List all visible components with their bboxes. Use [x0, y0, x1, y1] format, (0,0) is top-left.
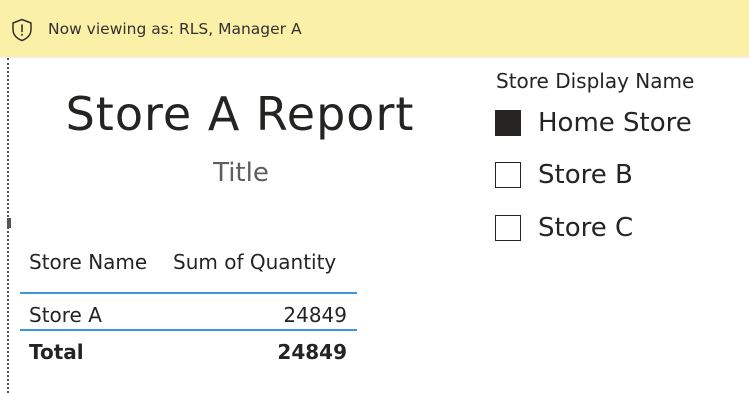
- total-value: 24849: [277, 340, 347, 364]
- table-cell-quantity: 24849: [283, 303, 347, 327]
- slicer-item-home-store[interactable]: Home Store: [494, 108, 734, 141]
- viewing-as-banner: Now viewing as: RLS, Manager A: [0, 0, 749, 57]
- slicer-item-label: Home Store: [538, 108, 692, 138]
- report-page: Now viewing as: RLS, Manager A Store A R…: [0, 0, 749, 393]
- slicer-item-label: Store C: [538, 213, 634, 243]
- checkbox[interactable]: [495, 110, 521, 136]
- checkbox[interactable]: [495, 215, 521, 241]
- report-title: Store A Report: [65, 87, 415, 141]
- column-header-store-name[interactable]: Store Name: [29, 249, 147, 275]
- total-label: Total: [29, 340, 84, 364]
- header-divider: [20, 292, 357, 294]
- slicer-item-store-c[interactable]: Store C: [494, 213, 734, 246]
- viewing-as-text: Now viewing as: RLS, Manager A: [48, 20, 302, 38]
- store-quantity-table[interactable]: Store Name Sum of Quantity Store A 24849…: [20, 244, 357, 374]
- slicer-item-label: Store B: [538, 160, 633, 190]
- table-cell-store-name: Store A: [29, 303, 102, 327]
- total-divider: [20, 329, 357, 331]
- shield-alert-icon: [11, 18, 33, 42]
- column-header-sum-of-quantity[interactable]: Sum of Quantity: [173, 249, 336, 275]
- checkbox[interactable]: [495, 162, 521, 188]
- report-subtitle: Title: [213, 158, 269, 188]
- resize-handle[interactable]: [7, 218, 11, 228]
- store-display-name-slicer: Store Display Name Home Store Store B St…: [494, 66, 744, 256]
- slicer-item-store-b[interactable]: Store B: [494, 160, 734, 193]
- slicer-title: Store Display Name: [496, 69, 695, 93]
